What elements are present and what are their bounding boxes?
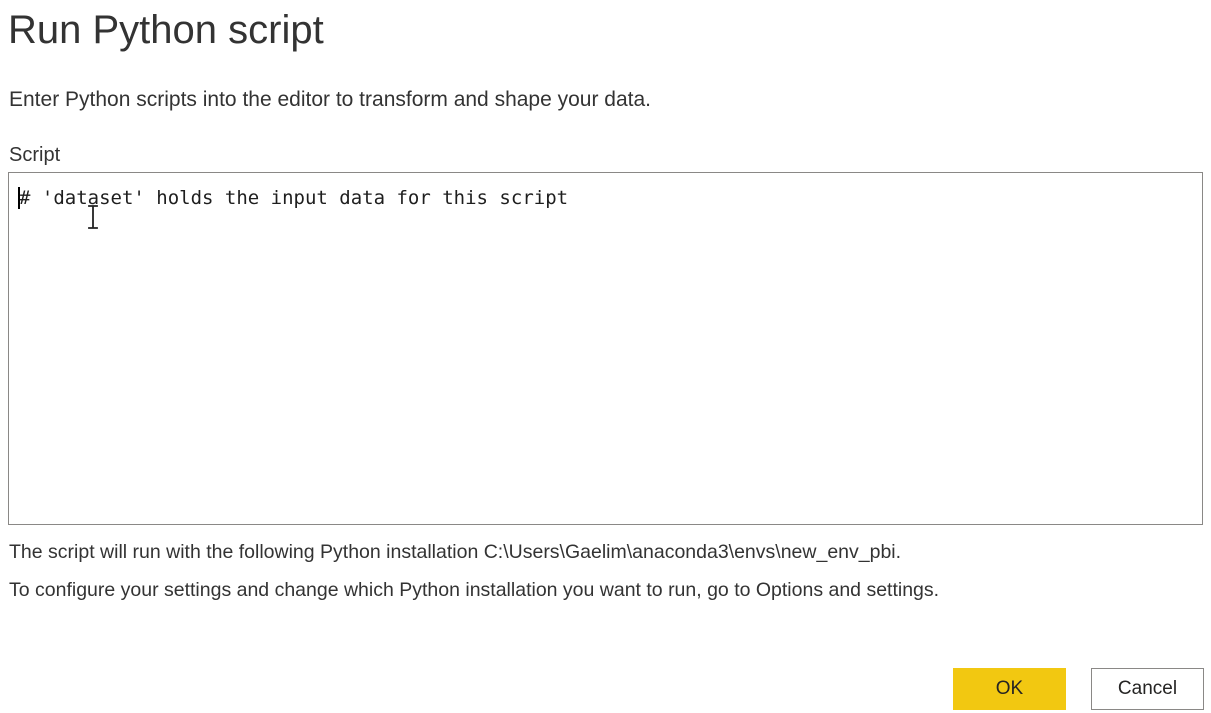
options-settings-note: To configure your settings and change wh… (9, 579, 940, 601)
dialog-title: Run Python script (8, 8, 324, 52)
python-installation-note: The script will run with the following P… (9, 541, 902, 563)
dialog-description: Enter Python scripts into the editor to … (9, 88, 652, 111)
cancel-button[interactable]: Cancel (1091, 668, 1204, 710)
script-line: # 'dataset' holds the input data for thi… (19, 187, 569, 209)
ibeam-cursor-icon (88, 205, 98, 229)
script-label: Script (9, 144, 61, 166)
ok-button[interactable]: OK (953, 668, 1066, 710)
script-editor[interactable]: # 'dataset' holds the input data for thi… (8, 172, 1203, 525)
text-caret (18, 187, 20, 209)
